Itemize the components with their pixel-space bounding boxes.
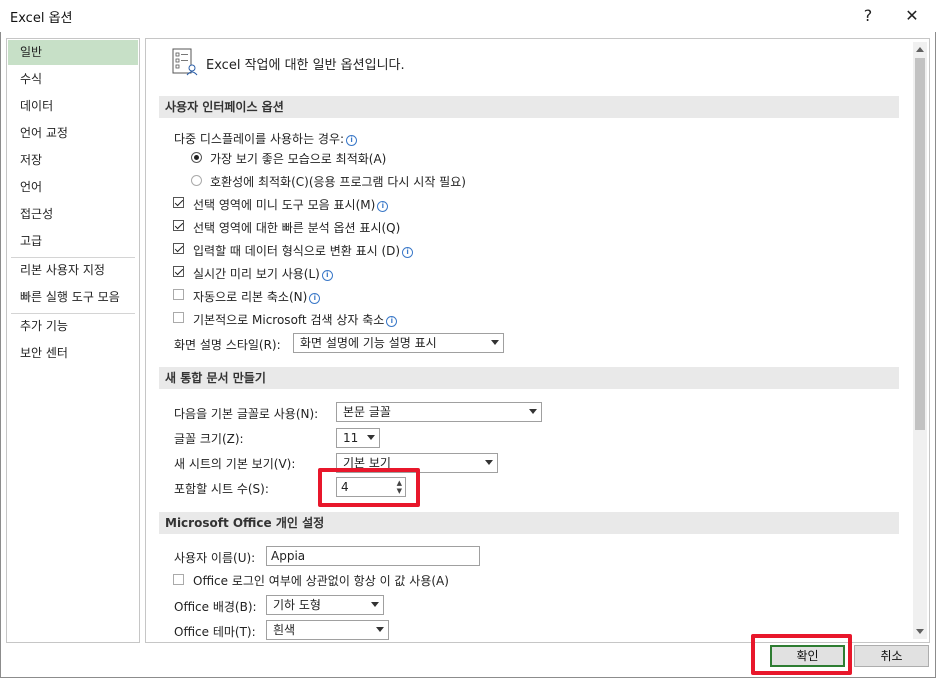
scroll-down-icon[interactable] [913,625,927,639]
close-button[interactable]: ✕ [894,0,930,32]
cancel-button[interactable]: 취소 [854,645,929,667]
window-title: Excel 옵션 [10,11,73,26]
section-header-new-workbook: 새 통합 문서 만들기 [159,367,899,389]
info-icon: i [321,270,333,281]
checkbox-convert-data-type[interactable] [173,243,184,254]
radio-compatibility[interactable] [191,175,202,186]
page-header: Excel 작업에 대한 일반 옵션입니다. [206,58,405,73]
checkbox-collapse-search[interactable] [173,312,184,323]
info-icon: i [402,247,414,258]
chevron-down-icon [376,627,384,632]
chevron-down-icon [491,340,499,345]
chevron-down-icon [529,409,537,414]
office-background-dropdown[interactable]: 기하 도형 [266,595,384,615]
mini-toolbar-label[interactable]: 선택 영역에 미니 도구 모음 표시(M) i [193,196,389,213]
category-nav: 일반 수식 데이터 언어 교정 저장 언어 접근성 고급 리본 사용자 지정 빠… [6,38,140,643]
default-view-label: 새 시트의 기본 보기(V): [174,457,296,471]
office-theme-dropdown[interactable]: 흰색 [266,620,389,640]
convert-data-type-label[interactable]: 입력할 때 데이터 형식으로 변환 표시 (D) i [193,242,414,259]
highlight-ok-button [751,634,852,675]
info-icon: i [346,135,358,146]
help-button[interactable]: ? [850,0,886,32]
nav-item-general[interactable]: 일반 [8,40,138,65]
screentip-style-label: 화면 설명 스타일(R): [174,338,281,352]
collapse-ribbon-label[interactable]: 자동으로 리본 축소(N) i [193,288,321,305]
info-icon: i [386,316,398,327]
options-panel: Excel 작업에 대한 일반 옵션입니다. 사용자 인터페이스 옵션 다중 디… [145,38,930,643]
office-theme-label: Office 테마(T): [174,625,256,639]
default-font-label: 다음을 기본 글꼴로 사용(N): [174,407,319,421]
quick-analysis-label[interactable]: 선택 영역에 대한 빠른 분석 옵션 표시(Q) [193,219,400,236]
office-background-label: Office 배경(B): [174,600,257,614]
vertical-scrollbar[interactable] [913,42,927,639]
font-size-value: 11 [343,431,359,445]
nav-item-save[interactable]: 저장 [8,148,138,173]
live-preview-label[interactable]: 실시간 미리 보기 사용(L) i [193,265,333,282]
nav-item-language[interactable]: 언어 [8,175,138,200]
general-options-icon [171,47,199,77]
collapse-search-label[interactable]: 기본적으로 Microsoft 검색 상자 축소 i [193,311,398,328]
title-bar: Excel 옵션 ? ✕ [0,0,936,32]
screentip-style-value: 화면 설명에 기능 설명 표시 [300,336,437,350]
font-size-label: 글꼴 크기(Z): [174,432,244,446]
nav-item-quick-access-toolbar[interactable]: 빠른 실행 도구 모음 [8,285,138,310]
checkbox-live-preview[interactable] [173,266,184,277]
radio-compatibility-label[interactable]: 호환성에 최적화(C)(응용 프로그램 다시 시작 필요) [210,173,466,190]
screentip-style-dropdown[interactable]: 화면 설명에 기능 설명 표시 [293,333,504,353]
office-background-value: 기하 도형 [273,598,321,612]
chevron-down-icon [371,602,379,607]
nav-item-add-ins[interactable]: 추가 기능 [8,314,138,339]
username-label: 사용자 이름(U): [174,551,256,565]
checkbox-quick-analysis[interactable] [173,220,184,231]
multi-display-label: 다중 디스플레이를 사용하는 경우: i [174,130,358,147]
nav-item-advanced[interactable]: 고급 [8,229,138,254]
radio-best-appearance[interactable] [191,152,202,163]
sheet-count-label: 포함할 시트 수(S): [174,482,269,496]
username-field[interactable]: Appia [266,546,480,566]
scroll-up-icon[interactable] [913,42,927,56]
chevron-down-icon [485,460,493,465]
checkbox-collapse-ribbon[interactable] [173,289,184,300]
default-font-dropdown[interactable]: 본문 글꼴 [336,402,542,422]
office-theme-value: 흰색 [273,623,296,637]
scrollbar-thumb[interactable] [915,58,925,430]
nav-item-accessibility[interactable]: 접근성 [8,202,138,227]
chevron-down-icon [367,435,375,440]
nav-item-formulas[interactable]: 수식 [8,67,138,92]
radio-best-appearance-label[interactable]: 가장 보기 좋은 모습으로 최적화(A) [210,150,386,167]
section-header-personalize: Microsoft Office 개인 설정 [159,512,899,534]
font-size-dropdown[interactable]: 11 [336,428,380,448]
always-use-values-label[interactable]: Office 로그인 여부에 상관없이 항상 이 값 사용(A) [193,572,449,589]
checkbox-always-use-values[interactable] [173,574,184,585]
info-icon: i [377,201,389,212]
nav-item-customize-ribbon[interactable]: 리본 사용자 지정 [8,258,138,283]
highlight-sheet-count [318,468,420,507]
section-header-ui-options: 사용자 인터페이스 옵션 [159,96,899,118]
nav-item-proofing[interactable]: 언어 교정 [8,121,138,146]
info-icon: i [309,293,321,304]
checkbox-mini-toolbar[interactable] [173,197,184,208]
nav-item-data[interactable]: 데이터 [8,94,138,119]
default-font-value: 본문 글꼴 [343,405,391,419]
nav-item-trust-center[interactable]: 보안 센터 [8,341,138,366]
